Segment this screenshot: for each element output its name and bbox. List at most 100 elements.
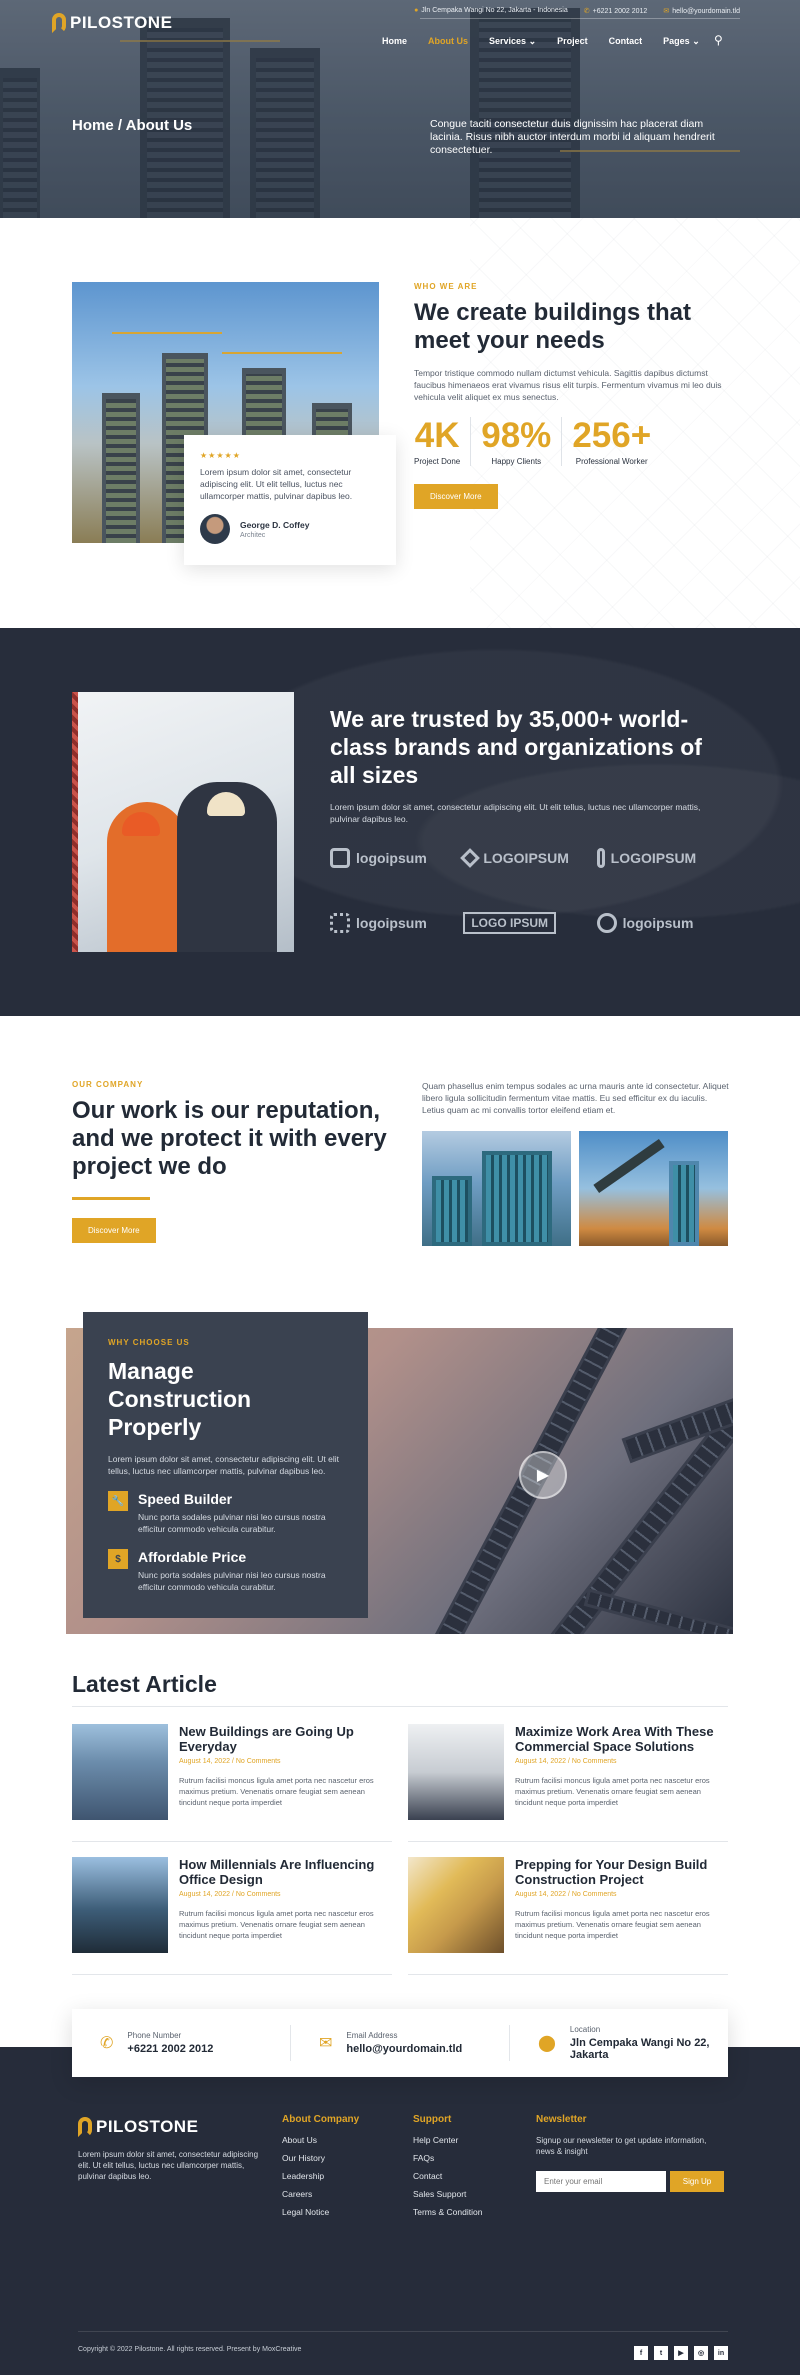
nav-home[interactable]: Home <box>382 36 407 47</box>
article-card[interactable]: Maximize Work Area With These Commercial… <box>408 1724 728 1842</box>
logo-mark-icon <box>52 13 66 33</box>
nav-contact[interactable]: Contact <box>609 36 643 47</box>
footer-link[interactable]: Careers <box>282 2189 359 2199</box>
brand-logo[interactable]: PILOSTONE <box>52 13 172 33</box>
newsletter-signup-button[interactable]: Sign Up <box>670 2171 724 2192</box>
testimonial-author: George D. Coffey Architec <box>200 514 380 544</box>
company-description: Quam phasellus enim tempus sodales ac ur… <box>422 1081 729 1115</box>
footer-description: Lorem ipsum dolor sit amet, consectetur … <box>78 2150 259 2181</box>
company-intro: OUR COMPANY Our work is our reputation, … <box>72 1080 392 1243</box>
author-role: Architec <box>240 531 266 539</box>
topbar-address: ● Jln Cempaka Wangi No 22, Jakarta - Indo… <box>414 7 568 14</box>
footer-link[interactable]: Help Center <box>413 2135 482 2145</box>
why-title: Manage Construction Properly <box>108 1358 252 1440</box>
partner-logo: LOGOIPSUM <box>596 843 730 873</box>
footer-link[interactable]: Legal Notice <box>282 2207 359 2217</box>
brand-name: PILOSTONE <box>70 13 173 32</box>
nav-services[interactable]: Services ⌄ <box>489 36 536 47</box>
footer-bottom-bar: Copyright © 2022 Pilostone. All rights r… <box>78 2331 728 2360</box>
topbar-phone[interactable]: ✆ +6221 2002 2012 <box>584 7 648 15</box>
article-meta: August 14, 2022 / No Comments <box>515 1758 617 1765</box>
facebook-icon[interactable]: f <box>634 2346 648 2360</box>
company-kicker: OUR COMPANY <box>72 1080 144 1089</box>
about-description: Tempor tristique commodo nullam dictumst… <box>414 368 722 402</box>
workers-image <box>72 692 294 952</box>
article-card[interactable]: Prepping for Your Design Build Construct… <box>408 1857 728 1975</box>
nav-about-us[interactable]: About Us <box>428 36 468 47</box>
article-meta: August 14, 2022 / No Comments <box>179 1758 281 1765</box>
partner-logo: logoipsum <box>330 908 463 938</box>
wrench-icon: 🔧 <box>108 1491 128 1511</box>
partner-logo: logoipsum <box>596 908 730 938</box>
avatar <box>200 514 230 544</box>
phone-icon: ✆ <box>100 2035 114 2052</box>
article-title[interactable]: New Buildings are Going Up Everyday <box>179 1724 391 1754</box>
footer-link[interactable]: About Us <box>282 2135 359 2145</box>
article-thumbnail[interactable] <box>72 1857 168 1953</box>
play-video-button[interactable]: ▶ <box>519 1451 567 1499</box>
youtube-icon[interactable]: ▶ <box>674 2346 688 2360</box>
why-choose-card: WHY CHOOSE US Manage Construction Proper… <box>83 1312 368 1618</box>
article-title[interactable]: Prepping for Your Design Build Construct… <box>515 1857 727 1887</box>
article-meta: August 14, 2022 / No Comments <box>179 1891 281 1898</box>
article-excerpt: Rutrum facilisi moncus ligula amet porta… <box>515 1776 710 1807</box>
feature-speed-builder: 🔧 Speed Builder Nunc porta sodales pulvin… <box>108 1491 343 1535</box>
search-icon[interactable]: ⚲ <box>714 33 723 47</box>
footer-link[interactable]: Our History <box>282 2153 359 2163</box>
contact-email[interactable]: ✉ Email Address hello@yourdomain.tld <box>291 2025 510 2061</box>
trusted-section: We are trusted by 35,000+ world-class br… <box>0 628 800 1016</box>
location-pin-icon: ● <box>414 7 419 14</box>
article-title[interactable]: How Millennials Are Influencing Office D… <box>179 1857 391 1887</box>
footer-background <box>0 2047 800 2375</box>
contact-phone[interactable]: ✆ Phone Number +6221 2002 2012 <box>72 2025 291 2061</box>
twitter-icon[interactable]: t <box>654 2346 668 2360</box>
article-title[interactable]: Maximize Work Area With These Commercial… <box>515 1724 727 1754</box>
divider <box>72 1197 150 1200</box>
why-choose-section: ▶ WHY CHOOSE US Manage Construction Prop… <box>0 1304 800 1671</box>
company-gallery <box>422 1131 729 1246</box>
about-discover-button[interactable]: Discover More <box>414 484 498 509</box>
hero-description: Congue taciti consectetur duis dignissim… <box>430 118 715 156</box>
article-thumbnail[interactable] <box>72 1724 168 1820</box>
article-card[interactable]: How Millennials Are Influencing Office D… <box>72 1857 392 1975</box>
footer-section: ✆ Phone Number +6221 2002 2012 ✉ Email Ad… <box>0 2009 800 2375</box>
company-discover-button[interactable]: Discover More <box>72 1218 156 1243</box>
instagram-icon[interactable]: ◎ <box>694 2346 708 2360</box>
location-pin-icon: ⬤ <box>538 2035 556 2052</box>
footer-newsletter: Newsletter Signup our newsletter to get … <box>536 2114 726 2192</box>
topbar-divider <box>420 18 740 19</box>
testimonial-card: ★★★★★ Lorem ipsum dolor sit amet, consec… <box>184 435 396 565</box>
linkedin-icon[interactable]: in <box>714 2346 728 2360</box>
article-excerpt: Rutrum facilisi moncus ligula amet porta… <box>179 1776 374 1807</box>
footer-link[interactable]: Sales Support <box>413 2189 482 2199</box>
article-card[interactable]: New Buildings are Going Up Everyday Augu… <box>72 1724 392 1842</box>
footer-logo[interactable]: PILOSTONE <box>78 2117 198 2137</box>
testimonial-text: Lorem ipsum dolor sit amet, consectetur … <box>200 467 353 501</box>
mail-icon: ✉ <box>319 2035 333 2052</box>
topbar-email[interactable]: ✉ hello@yourdomain.tld <box>663 7 740 15</box>
article-thumbnail[interactable] <box>408 1724 504 1820</box>
logo-mark-icon <box>330 848 350 868</box>
stat-projects: 4K Project Done <box>414 417 472 466</box>
breadcrumb: Home / About Us <box>72 117 193 134</box>
footer-link[interactable]: Leadership <box>282 2171 359 2181</box>
footer-about-links: About Company About Us Our History Leade… <box>282 2114 360 2217</box>
logo-mark-icon <box>78 2117 92 2137</box>
company-section: OUR COMPANY Our work is our reputation, … <box>0 1016 800 1304</box>
footer-support-links: Support Help Center FAQs Contact Sales S… <box>413 2114 483 2217</box>
footer-link[interactable]: Terms & Condition <box>413 2207 482 2217</box>
logo-mark-icon <box>596 848 605 868</box>
article-excerpt: Rutrum facilisi moncus ligula amet porta… <box>179 1909 374 1940</box>
footer-link[interactable]: Contact <box>413 2171 482 2181</box>
article-excerpt: Rutrum facilisi moncus ligula amet porta… <box>515 1909 710 1940</box>
about-section: ★★★★★ Lorem ipsum dolor sit amet, consec… <box>0 218 800 628</box>
divider <box>72 1706 728 1707</box>
nav-project[interactable]: Project <box>557 36 588 47</box>
nav-pages[interactable]: Pages ⌄ <box>663 36 700 47</box>
company-details: Quam phasellus enim tempus sodales ac ur… <box>422 1080 729 1246</box>
main-nav: Home About Us Services ⌄ Project Contact… <box>382 36 700 47</box>
why-description: Lorem ipsum dolor sit amet, consectetur … <box>108 1454 340 1476</box>
newsletter-email-input[interactable] <box>536 2171 666 2192</box>
footer-link[interactable]: FAQs <box>413 2153 482 2163</box>
article-thumbnail[interactable] <box>408 1857 504 1953</box>
